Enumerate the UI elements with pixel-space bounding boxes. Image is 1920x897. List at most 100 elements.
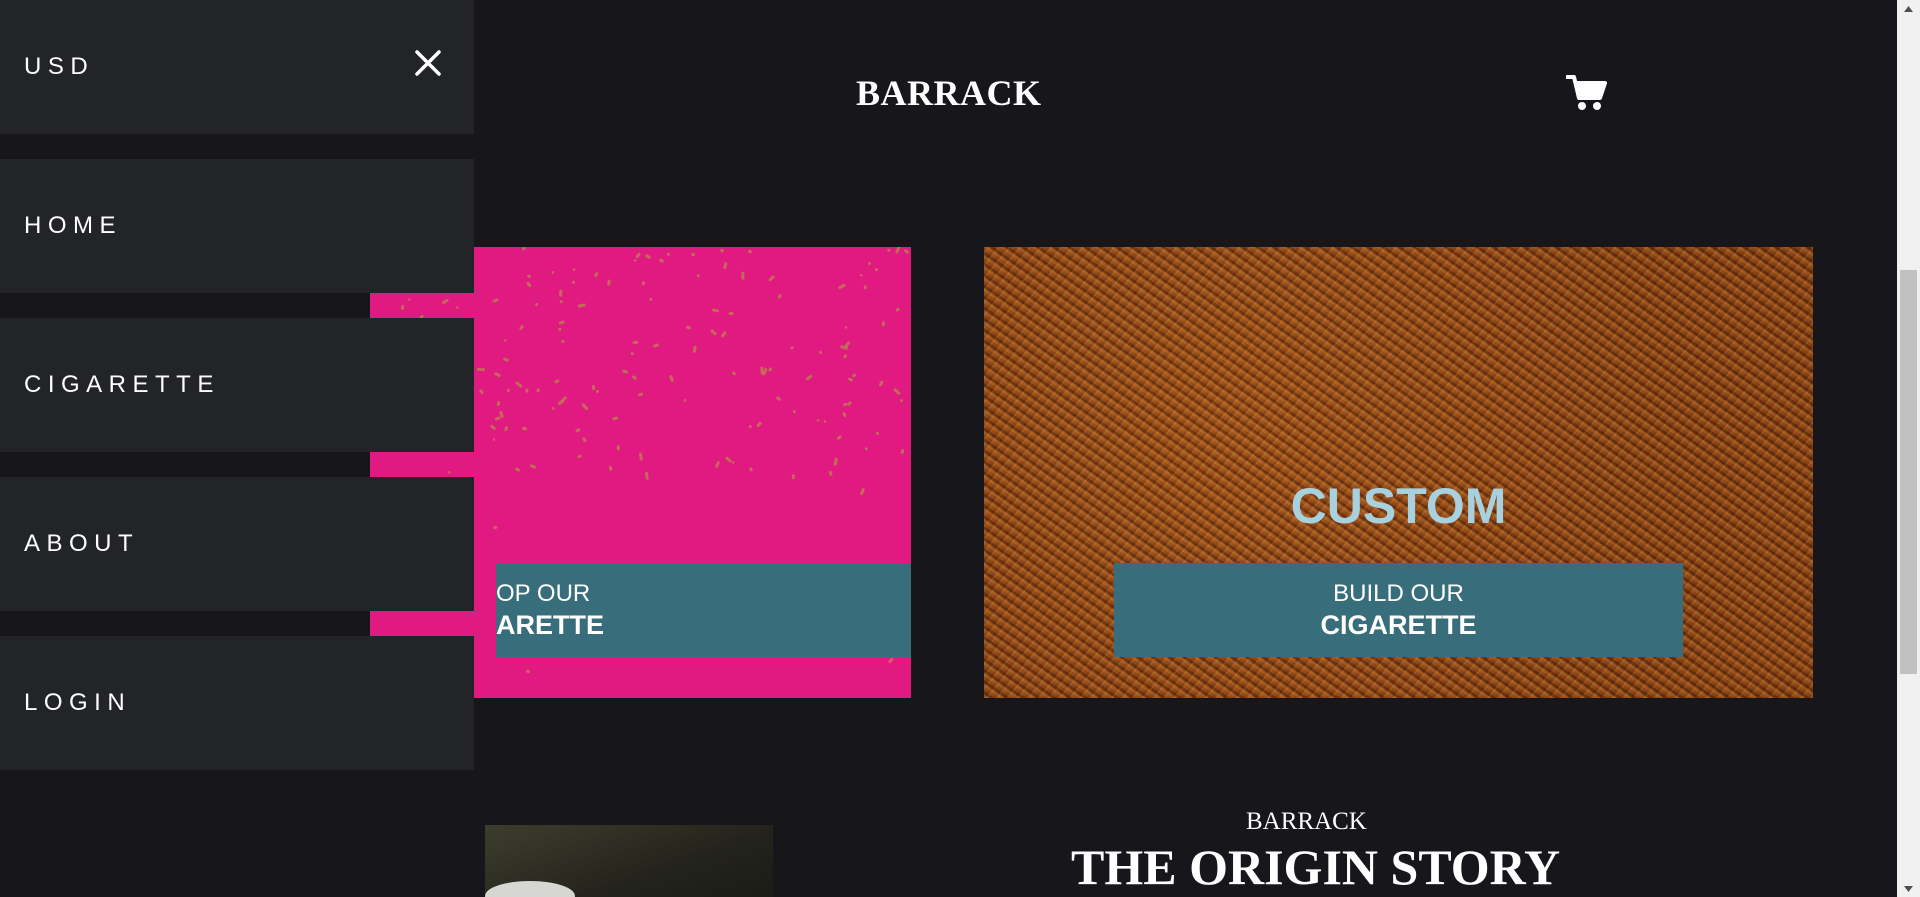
tobacco-speck (631, 340, 639, 345)
story-title: THE ORIGIN STORY (1071, 839, 1561, 895)
tobacco-speck (863, 284, 867, 290)
tobacco-speck (843, 354, 848, 360)
tobacco-speck (868, 261, 872, 266)
tobacco-speck (723, 262, 728, 270)
tobacco-speck (608, 465, 613, 472)
tobacco-speck (499, 410, 505, 419)
tobacco-speck (535, 387, 541, 393)
tobacco-speck (494, 416, 501, 421)
tobacco-speck (526, 281, 533, 288)
tobacco-speck (535, 302, 539, 307)
tobacco-speck (760, 366, 764, 375)
tobacco-speck (637, 391, 644, 397)
tobacco-speck (658, 258, 665, 264)
tobacco-speck (492, 298, 500, 303)
nav-item-login[interactable]: LOGIN (0, 636, 474, 770)
build-cigarette-button[interactable]: BUILD OUR CIGARETTE (1114, 563, 1683, 657)
scroll-up-arrow-icon[interactable] (1897, 0, 1920, 17)
tobacco-speck (606, 278, 611, 286)
tobacco-speck (696, 274, 700, 278)
close-icon[interactable] (412, 47, 444, 79)
nav-item-label: HOME (24, 212, 122, 239)
tobacco-speck (767, 367, 772, 373)
tobacco-speck (611, 416, 619, 421)
tobacco-speck (875, 431, 880, 435)
product-card-custom[interactable]: CUSTOM BUILD OUR CIGARETTE (984, 247, 1813, 698)
tobacco-speck (551, 406, 555, 411)
tobacco-speck (496, 400, 501, 406)
tobacco-speck (652, 343, 659, 348)
scrollbar[interactable] (1897, 0, 1920, 897)
tobacco-speck (630, 352, 634, 356)
scrollbar-thumb[interactable] (1900, 270, 1917, 674)
tobacco-speck (633, 259, 638, 262)
tobacco-speck (559, 289, 563, 298)
tobacco-speck (617, 445, 621, 450)
tobacco-speck (571, 280, 577, 285)
tobacco-speck (503, 339, 507, 343)
nav-item-about[interactable]: ABOUT (0, 477, 474, 611)
tobacco-speck (574, 427, 581, 434)
tobacco-speck (767, 275, 775, 283)
nav-item-label: LOGIN (24, 689, 132, 716)
tobacco-speck (893, 387, 902, 396)
tobacco-speck (895, 307, 901, 312)
tobacco-speck (521, 247, 527, 251)
tobacco-speck (833, 457, 839, 466)
tobacco-speck (903, 248, 910, 255)
tobacco-speck (860, 487, 866, 495)
tobacco-speck (692, 345, 697, 354)
tobacco-speck (494, 371, 502, 378)
tobacco-speck (634, 251, 641, 259)
nav-item-label: ABOUT (24, 530, 140, 557)
cart-icon[interactable] (1565, 74, 1608, 112)
tobacco-speck (817, 349, 823, 355)
tobacco-speck (591, 384, 596, 391)
tobacco-speck (525, 389, 529, 393)
tobacco-speck (886, 248, 891, 253)
story-kicker: BARRACK (1246, 808, 1367, 835)
tobacco-speck (878, 380, 884, 388)
tobacco-speck (560, 339, 565, 344)
tobacco-speck (504, 425, 509, 431)
tobacco-speck (887, 657, 895, 665)
currency-selector[interactable]: USD (0, 0, 474, 134)
button-line-2: ARETTE (496, 610, 604, 640)
tobacco-speck (805, 374, 813, 381)
tobacco-speck (638, 452, 643, 462)
tobacco-speck (789, 345, 794, 350)
tobacco-speck (581, 436, 587, 443)
brand-logo[interactable]: BARRACK (856, 72, 1042, 114)
tobacco-speck (685, 325, 691, 330)
tobacco-speck (719, 247, 725, 253)
tobacco-speck (748, 424, 753, 429)
tobacco-speck (881, 320, 885, 326)
tobacco-speck (525, 669, 531, 674)
shop-cigarette-button[interactable]: OP OUR ARETTE (496, 563, 911, 657)
tobacco-speck (836, 435, 842, 441)
tobacco-speck (828, 470, 834, 477)
tobacco-speck (731, 370, 737, 377)
tobacco-speck (755, 421, 762, 429)
card-title: CUSTOM (1290, 478, 1507, 534)
nav-item-home[interactable]: HOME (0, 159, 474, 293)
tobacco-speck (729, 311, 735, 315)
tobacco-speck (521, 426, 528, 431)
tobacco-speck (668, 375, 674, 383)
tobacco-speck (641, 280, 646, 287)
scroll-down-arrow-icon[interactable] (1897, 880, 1920, 897)
tobacco-speck (572, 267, 577, 272)
tobacco-speck (741, 271, 745, 280)
tobacco-speck (476, 368, 485, 372)
tobacco-speck (631, 374, 638, 381)
tobacco-speck (515, 466, 521, 472)
side-drawer: USD HOME CIGARETTE ABOUT LOGIN (0, 0, 474, 897)
tobacco-speck (823, 419, 827, 423)
tobacco-speck (714, 460, 721, 469)
tobacco-speck (791, 474, 796, 479)
nav-item-cigarette[interactable]: CIGARETTE (0, 318, 474, 452)
tobacco-speck (709, 328, 718, 336)
tobacco-speck (551, 270, 555, 275)
tobacco-speck (648, 297, 653, 302)
tobacco-speck (644, 253, 652, 260)
